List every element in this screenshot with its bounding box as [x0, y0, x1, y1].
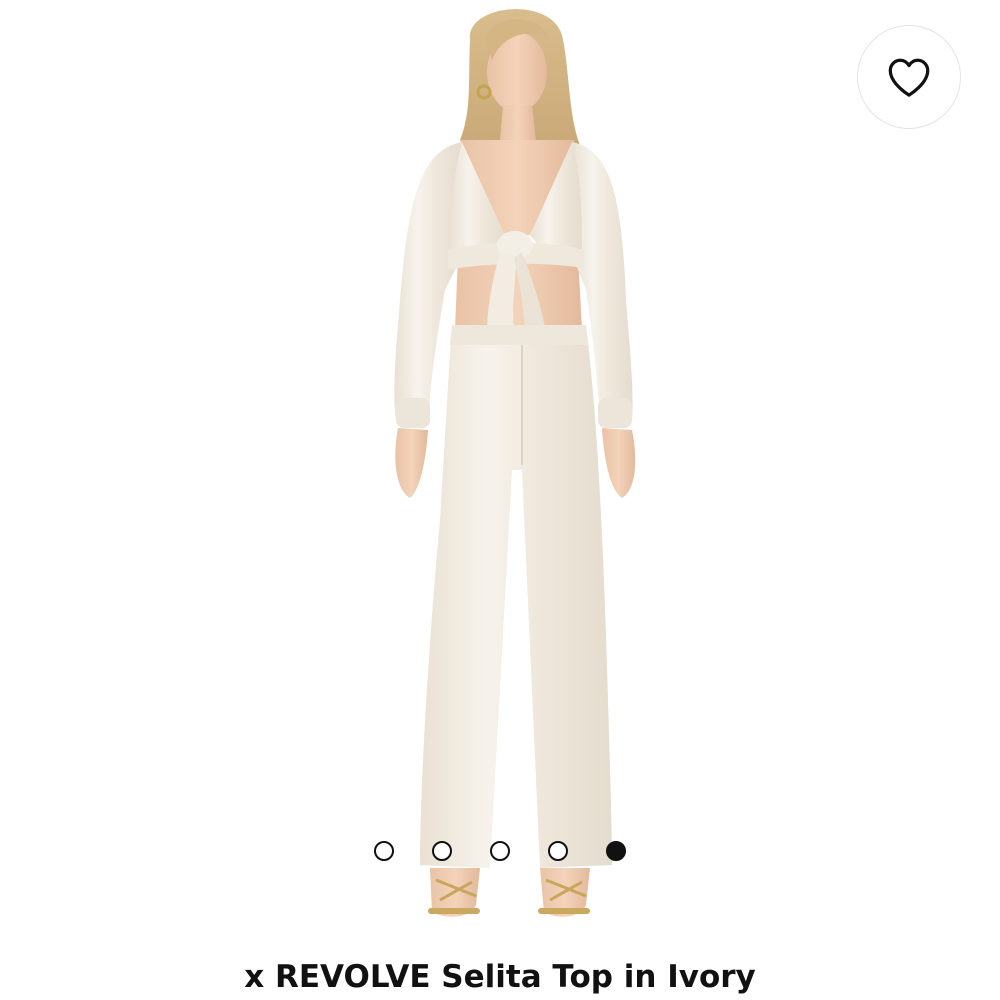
product-title: x REVOLVE Selita Top in Ivory: [244, 959, 756, 995]
product-page: x REVOLVE Selita Top in Ivory: [0, 0, 1000, 1000]
heart-outline-icon: [888, 58, 930, 97]
product-photo: [394, 9, 636, 917]
add-to-wishlist-button[interactable]: [857, 25, 961, 129]
product-image-gallery[interactable]: [0, 0, 1000, 950]
carousel-dot[interactable]: [606, 841, 626, 861]
carousel-dot[interactable]: [548, 841, 568, 861]
carousel-dot[interactable]: [432, 841, 452, 861]
carousel-dot[interactable]: [490, 841, 510, 861]
carousel-dot[interactable]: [374, 841, 394, 861]
carousel-indicators: [0, 838, 1000, 864]
